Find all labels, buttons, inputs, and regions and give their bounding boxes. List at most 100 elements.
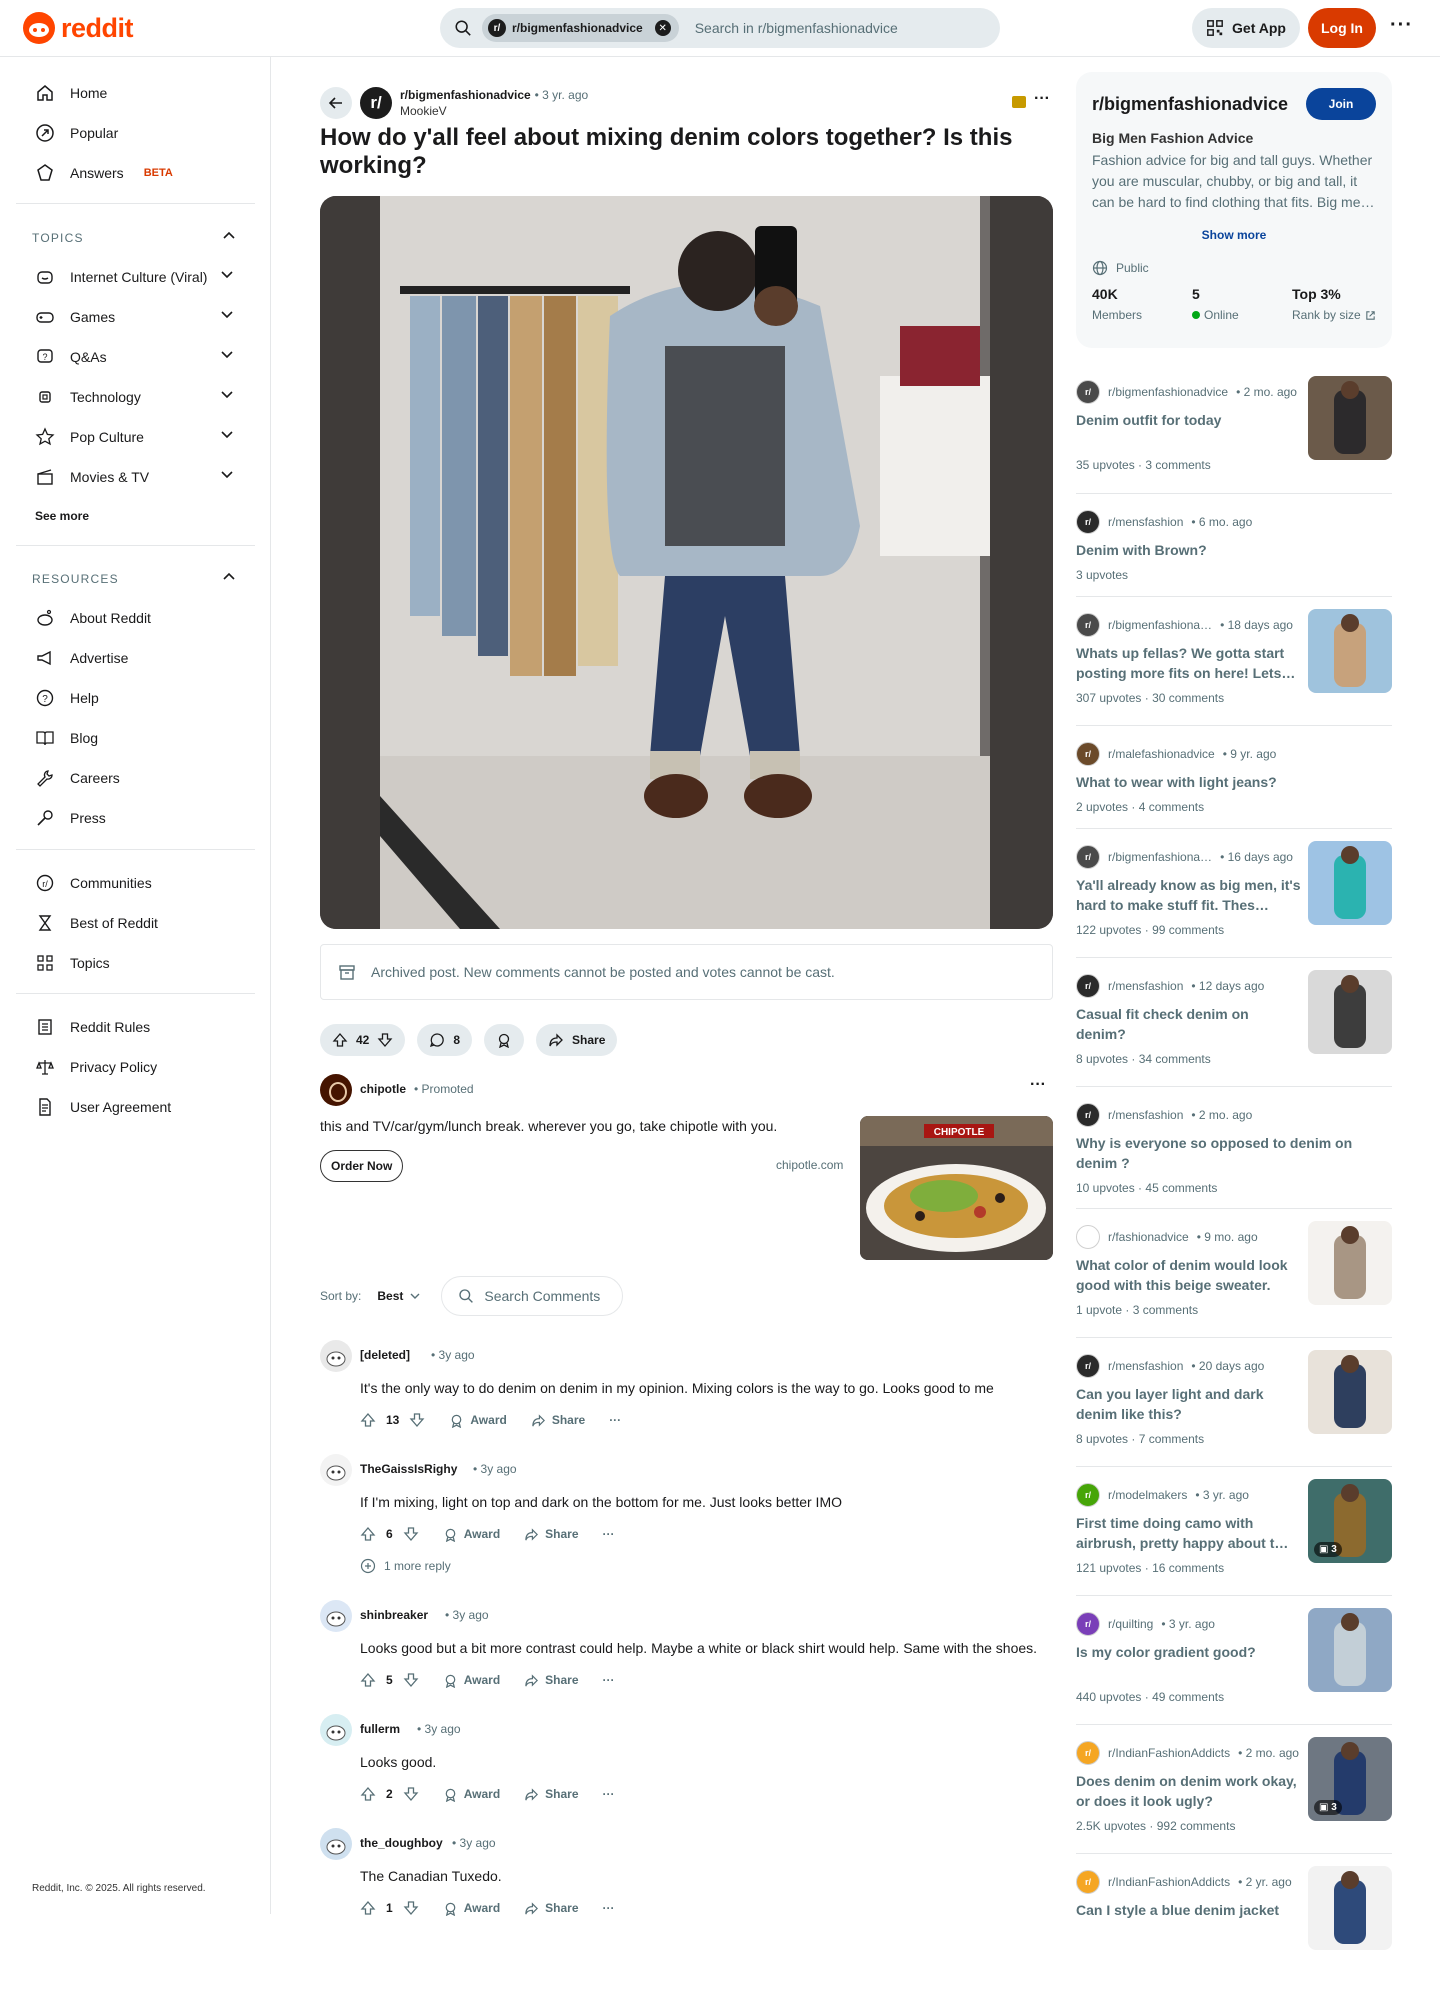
related-post[interactable]: r/r/mensfashion • 12 days ago Casual fit c… — [1076, 957, 1392, 1086]
related-post[interactable]: r/r/bigmenfashiona… • 18 days ago Whats up… — [1076, 596, 1392, 725]
subreddit-avatar[interactable]: r/ — [1076, 510, 1100, 534]
related-post-title[interactable]: What to wear with light jeans? — [1076, 772, 1376, 792]
show-more-button[interactable]: Show more — [1076, 228, 1392, 242]
sidebar-item-games[interactable]: Games — [34, 297, 233, 337]
search-comments-input[interactable]: Search Comments — [441, 1276, 624, 1316]
sidebar-item-best-of-reddit[interactable]: Best of Reddit — [34, 903, 158, 943]
order-now-button[interactable]: Order Now — [320, 1150, 404, 1182]
related-post-title[interactable]: First time doing camo with airbrush, pre… — [1076, 1513, 1302, 1553]
sidebar-item-reddit-rules[interactable]: Reddit Rules — [34, 1007, 150, 1047]
related-post[interactable]: r/r/mensfashion • 2 mo. ago Why is everyon… — [1076, 1086, 1392, 1208]
related-post-subreddit[interactable]: r/mensfashion — [1108, 1359, 1183, 1373]
subreddit-avatar[interactable]: r/ — [1076, 974, 1100, 998]
sidebar-item-popular[interactable]: Popular — [34, 113, 118, 153]
avatar[interactable] — [320, 1454, 352, 1486]
sidebar-item-pop-culture[interactable]: Pop Culture — [34, 417, 233, 457]
sidebar-item-press[interactable]: Press — [34, 798, 106, 838]
award-button[interactable] — [484, 1024, 525, 1056]
related-post-title[interactable]: Casual fit check denim on denim? — [1076, 1004, 1302, 1044]
related-post-subreddit[interactable]: r/malefashionadvice — [1108, 747, 1215, 761]
sort-dropdown[interactable]: Best — [377, 1289, 403, 1303]
more-dots-icon[interactable]: ··· — [1390, 14, 1413, 37]
search-input[interactable]: Search in r/bigmenfashionadvice — [695, 20, 898, 36]
subreddit-avatar[interactable]: r/ — [1076, 1225, 1100, 1249]
related-post-subreddit[interactable]: r/mensfashion — [1108, 1108, 1183, 1122]
external-link-icon[interactable] — [1365, 310, 1376, 321]
downvote-icon[interactable] — [409, 1412, 425, 1428]
related-post-title[interactable]: Why is everyone so opposed to denim on d… — [1076, 1133, 1376, 1173]
related-post[interactable]: r/r/quilting • 3 yr. ago Is my color gradi… — [1076, 1595, 1392, 1724]
get-app-button[interactable]: Get App — [1192, 8, 1300, 48]
subreddit-avatar[interactable]: r/ — [1076, 613, 1100, 637]
comment-more-icon[interactable]: ··· — [603, 1673, 615, 1687]
comment-more-icon[interactable]: ··· — [603, 1787, 615, 1801]
reddit-logo[interactable]: reddit — [23, 12, 134, 44]
subreddit-avatar[interactable]: r/ — [1076, 1483, 1100, 1507]
sidebar-item-blog[interactable]: Blog — [34, 718, 98, 758]
sidebar-item-home[interactable]: Home — [34, 73, 107, 113]
post-more-icon[interactable]: ··· — [1034, 90, 1050, 108]
chevron-down-icon[interactable] — [409, 1290, 421, 1302]
related-post-subreddit[interactable]: r/quilting — [1108, 1617, 1153, 1631]
sidebar-item-advertise[interactable]: Advertise — [34, 638, 128, 678]
comment-author[interactable]: the_doughboy — [360, 1836, 443, 1850]
related-post-subreddit[interactable]: r/IndianFashionAddicts — [1108, 1746, 1230, 1760]
award-button[interactable]: Award — [443, 1527, 500, 1542]
related-post[interactable]: r/r/fashionadvice • 9 mo. ago What color o… — [1076, 1208, 1392, 1337]
related-post-thumbnail[interactable] — [1308, 1350, 1392, 1434]
advertiser-name[interactable]: chipotle — [360, 1082, 406, 1096]
related-post[interactable]: r/r/modelmakers • 3 yr. ago First time doi… — [1076, 1466, 1392, 1595]
subreddit-avatar[interactable]: r/ — [1076, 1103, 1100, 1127]
related-post-subreddit[interactable]: r/IndianFashionAddicts — [1108, 1875, 1230, 1889]
related-post-title[interactable]: Can I style a blue denim jacket — [1076, 1900, 1302, 1920]
search-bar[interactable]: r/ r/bigmenfashionadvice ✕ Search in r/b… — [440, 8, 1000, 48]
related-post-thumbnail[interactable]: ▣ 3 — [1308, 1479, 1392, 1563]
award-button[interactable]: Award — [443, 1673, 500, 1688]
sidebar-item-communities[interactable]: r/Communities — [34, 863, 152, 903]
related-post-thumbnail[interactable] — [1308, 970, 1392, 1054]
award-button[interactable]: Award — [449, 1413, 507, 1428]
upvote-icon[interactable] — [360, 1786, 376, 1802]
award-button[interactable]: Award — [443, 1901, 500, 1916]
downvote-icon[interactable] — [377, 1032, 393, 1048]
related-post[interactable]: r/r/mensfashion • 20 days ago Can you laye… — [1076, 1337, 1392, 1466]
downvote-icon[interactable] — [403, 1526, 419, 1542]
subreddit-avatar[interactable]: r/ — [1076, 845, 1100, 869]
downvote-icon[interactable] — [403, 1672, 419, 1688]
related-post-subreddit[interactable]: r/bigmenfashiona… — [1108, 850, 1212, 864]
login-button[interactable]: Log In — [1308, 8, 1376, 48]
related-post-title[interactable]: Denim outfit for today — [1076, 410, 1302, 430]
chevron-down-icon[interactable] — [220, 427, 234, 441]
related-post[interactable]: r/r/bigmenfashionadvice • 2 mo. ago Denim … — [1076, 364, 1392, 493]
related-post-thumbnail[interactable] — [1308, 1221, 1392, 1305]
related-post-subreddit[interactable]: r/bigmenfashiona… — [1108, 618, 1212, 632]
share-button[interactable]: Share — [531, 1413, 585, 1428]
related-post-title[interactable]: Can you layer light and dark denim like … — [1076, 1384, 1302, 1424]
comment-author[interactable]: shinbreaker — [360, 1608, 428, 1622]
subreddit-avatar[interactable]: r/ — [1076, 1612, 1100, 1636]
chevron-up-icon[interactable] — [222, 229, 236, 243]
topics-section-title[interactable]: TOPICS — [32, 231, 84, 245]
community-title[interactable]: r/bigmenfashionadvice — [1092, 94, 1288, 115]
share-button[interactable]: Share — [524, 1901, 579, 1916]
more-replies-button[interactable]: 1 more reply — [360, 1558, 451, 1574]
related-post[interactable]: r/r/bigmenfashiona… • 16 days ago Ya'll al… — [1076, 828, 1392, 957]
clear-scope-icon[interactable]: ✕ — [654, 20, 671, 36]
sidebar-item-movies-tv[interactable]: Movies & TV — [34, 457, 233, 497]
related-post-subreddit[interactable]: r/mensfashion — [1108, 515, 1183, 529]
sidebar-item-technology[interactable]: Technology — [34, 377, 233, 417]
sidebar-item-q-as[interactable]: ? Q&As — [34, 337, 233, 377]
post-subreddit-link[interactable]: r/bigmenfashionadvice — [400, 88, 531, 102]
ad-domain[interactable]: chipotle.com — [776, 1158, 843, 1172]
avatar[interactable] — [320, 1340, 352, 1372]
avatar[interactable] — [320, 1828, 352, 1860]
upvote-icon[interactable] — [360, 1526, 376, 1542]
related-post-title[interactable]: Whats up fellas? We gotta start posting … — [1076, 643, 1302, 683]
subreddit-avatar[interactable]: r/ — [1076, 742, 1100, 766]
upvote-icon[interactable] — [360, 1412, 376, 1428]
chevron-down-icon[interactable] — [220, 267, 234, 281]
sidebar-item-internet-culture-viral[interactable]: Internet Culture (Viral) — [34, 257, 233, 297]
comment-author[interactable]: fullerm — [360, 1722, 400, 1736]
related-post-title[interactable]: Does denim on denim work okay, or does i… — [1076, 1771, 1302, 1811]
comment-author[interactable]: TheGaissIsRighy — [360, 1462, 457, 1476]
